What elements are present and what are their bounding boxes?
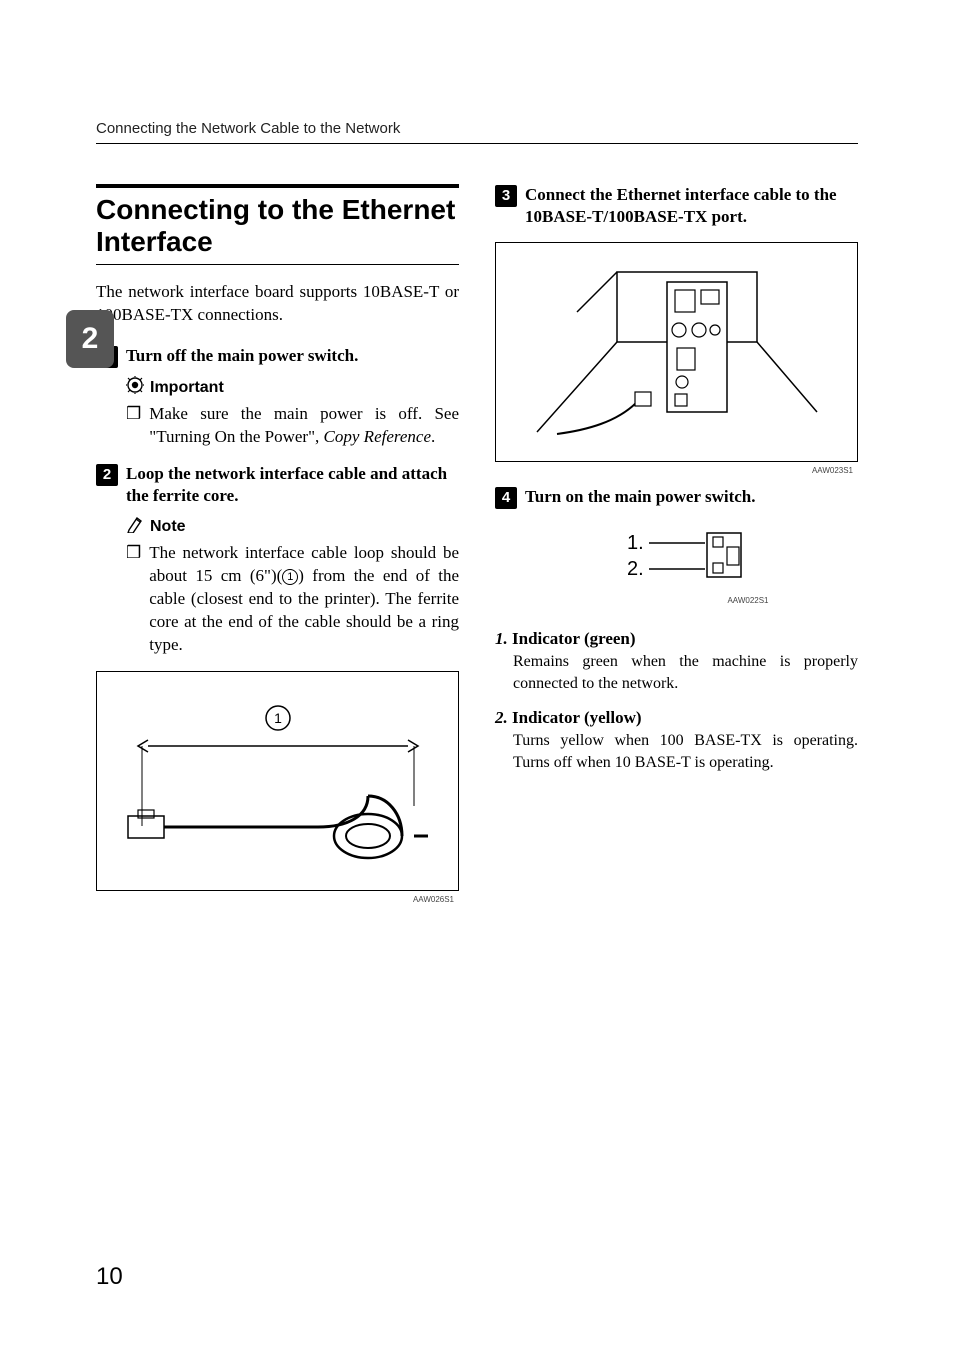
note-icon	[126, 515, 144, 538]
step-4-text: Turn on the main power switch.	[525, 486, 858, 508]
running-head: Connecting the Network Cable to the Netw…	[96, 120, 858, 137]
step-3: 3 Connect the Ethernet interface cable t…	[495, 184, 858, 228]
indicator-1-head: 1. Indicator (green)	[495, 629, 858, 649]
step-badge-4: 4	[495, 487, 517, 509]
bullet-mark: ❒	[126, 403, 141, 426]
cable-figure: 1 AAW026S1	[96, 671, 459, 891]
section-title: Connecting to the Ethernet Interface	[96, 194, 459, 258]
port-figure: AAW023S1	[495, 242, 858, 462]
bullet-mark-2: ❒	[126, 542, 141, 565]
step-badge-3: 3	[495, 185, 517, 207]
step-2-note: Note ❒ The network interface cable loop …	[126, 515, 459, 657]
step-2-head: 2 Loop the network interface cable and a…	[96, 463, 459, 507]
important-body: Make sure the main power is off. See "Tu…	[149, 403, 459, 449]
indicator-item-2: 2. Indicator (yellow) Turns yellow when …	[495, 708, 858, 773]
page-number: 10	[96, 1263, 123, 1291]
circled-one: 1	[282, 569, 298, 585]
right-column: 3 Connect the Ethernet interface cable t…	[495, 184, 858, 891]
step-badge-2: 2	[96, 464, 118, 486]
indicator-fig-label-2: 2.	[627, 558, 644, 580]
step-3-head: 3 Connect the Ethernet interface cable t…	[495, 184, 858, 228]
indicator-figure-code: AAW022S1	[727, 596, 768, 605]
port-figure-code: AAW023S1	[812, 466, 853, 475]
left-column: Connecting to the Ethernet Interface The…	[96, 184, 459, 891]
content-columns: Connecting to the Ethernet Interface The…	[96, 184, 858, 891]
important-heading: Important	[126, 376, 459, 399]
step-3-text: Connect the Ethernet interface cable to …	[525, 184, 858, 228]
step-2: 2 Loop the network interface cable and a…	[96, 463, 459, 657]
indicator-2-body: Turns yellow when 100 BASE-TX is operati…	[513, 730, 858, 773]
indicator-1-num: 1.	[495, 629, 508, 648]
important-label: Important	[150, 379, 224, 397]
chapter-tab-number: 2	[82, 322, 99, 356]
cable-diagram-svg: 1	[118, 686, 438, 876]
cable-figure-code: AAW026S1	[413, 895, 454, 904]
indicator-diagram-svg: 1. 2.	[587, 523, 767, 603]
section-rule-bottom	[96, 264, 459, 265]
indicator-fig-label-1: 1.	[627, 532, 644, 554]
step-2-text: Loop the network interface cable and att…	[126, 463, 459, 507]
indicator-2-head: 2. Indicator (yellow)	[495, 708, 858, 728]
chapter-tab: 2	[66, 310, 114, 368]
section-rule-top	[96, 184, 459, 188]
step-1-text: Turn off the main power switch.	[126, 345, 459, 367]
indicator-2-label: Indicator (yellow)	[512, 708, 642, 727]
note-bullet: ❒ The network interface cable loop shoul…	[126, 542, 459, 657]
important-ref: Copy Reference	[324, 427, 431, 446]
step-1: 1 Turn off the main power switch. Import…	[96, 345, 459, 449]
note-heading: Note	[126, 515, 459, 538]
step-1-important: Important ❒ Make sure the main power is …	[126, 376, 459, 449]
step-4-head: 4 Turn on the main power switch.	[495, 486, 858, 509]
indicator-1-label: Indicator (green)	[512, 629, 636, 648]
indicator-1-body: Remains green when the machine is proper…	[513, 651, 858, 694]
step-1-head: 1 Turn off the main power switch.	[96, 345, 459, 368]
indicator-2-num: 2.	[495, 708, 508, 727]
indicator-item-1: 1. Indicator (green) Remains green when …	[495, 629, 858, 694]
indicator-figure: 1. 2. AAW022S1	[587, 523, 767, 603]
note-label: Note	[150, 518, 186, 536]
port-diagram-svg	[517, 252, 837, 452]
note-body: The network interface cable loop should …	[149, 542, 459, 657]
page: Connecting the Network Cable to the Netw…	[0, 0, 954, 1351]
important-icon	[126, 376, 144, 399]
important-bullet: ❒ Make sure the main power is off. See "…	[126, 403, 459, 449]
svg-text:1: 1	[274, 710, 282, 726]
head-rule	[96, 143, 858, 144]
intro-paragraph: The network interface board supports 10B…	[96, 281, 459, 327]
step-4: 4 Turn on the main power switch.	[495, 486, 858, 509]
